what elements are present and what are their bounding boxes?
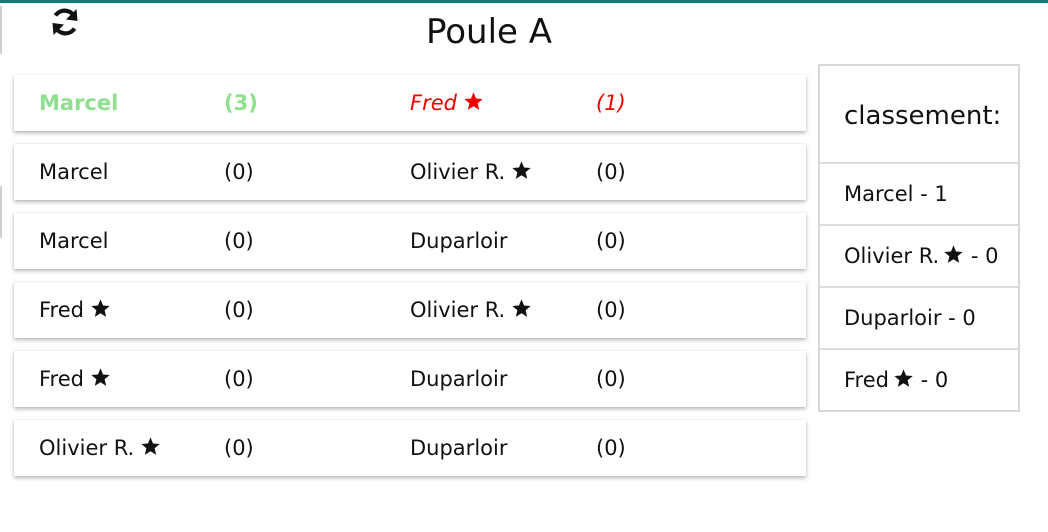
match-row[interactable]: Fred (0) Duparloir (0)	[14, 351, 806, 407]
star-icon	[893, 368, 914, 389]
player2-cell: Duparloir	[410, 213, 507, 269]
player2-score: (0)	[596, 229, 626, 253]
player1-name: Fred	[39, 298, 84, 322]
player2-cell: Fred	[410, 75, 484, 131]
player1-cell: Olivier R.	[39, 420, 161, 476]
player2-score: (0)	[596, 298, 626, 322]
player1-name: Marcel	[39, 160, 109, 184]
player1-name: Marcel	[39, 229, 109, 253]
left-edge-mark	[0, 186, 2, 238]
player1-name: Olivier R.	[39, 436, 135, 460]
player2-name: Fred	[410, 91, 457, 115]
player2-score: (0)	[596, 160, 626, 184]
match-row[interactable]: Marcel (0) Duparloir (0)	[14, 213, 806, 269]
star-icon	[140, 436, 161, 457]
player1-cell: Fred	[39, 351, 111, 407]
player2-score: (0)	[596, 367, 626, 391]
star-icon	[90, 367, 111, 388]
ranking-player-name: Duparloir	[844, 306, 942, 330]
ranking-points: - 1	[920, 182, 948, 206]
match-row[interactable]: Fred (0) Olivier R. (0)	[14, 282, 806, 338]
ranking-row: Duparloir - 0	[820, 288, 1018, 350]
player1-cell: Marcel	[39, 213, 108, 269]
ranking-header: classement:	[820, 66, 1018, 164]
player2-name: Olivier R.	[410, 298, 506, 322]
ranking-player-name: Fred	[844, 368, 889, 392]
player2-name: Olivier R.	[410, 160, 506, 184]
player2-cell: Olivier R.	[410, 282, 532, 338]
player2-name: Duparloir	[410, 436, 508, 460]
player2-cell: Duparloir	[410, 351, 507, 407]
player1-cell: Marcel	[39, 75, 118, 131]
page-title: Poule A	[425, 12, 553, 52]
ranking-points: - 0	[970, 244, 999, 268]
player1-name: Marcel	[39, 91, 119, 115]
player2-score: (0)	[596, 436, 626, 460]
ranking-points: - 0	[920, 368, 949, 392]
player1-score: (0)	[224, 298, 254, 322]
player1-cell: Marcel	[39, 144, 108, 200]
player1-score: (0)	[224, 229, 254, 253]
player1-cell: Fred	[39, 282, 111, 338]
player2-name: Duparloir	[410, 367, 508, 391]
star-icon	[943, 244, 964, 265]
ranking-panel: classement: Marcel - 1 Olivier R. - 0 Dupa…	[818, 64, 1020, 412]
star-icon	[90, 298, 111, 319]
star-icon	[511, 298, 532, 319]
match-list: Marcel (3) Fred (1) Marcel (0) Olivier R. (0) Ma…	[14, 75, 806, 489]
match-row[interactable]: Olivier R. (0) Duparloir (0)	[14, 420, 806, 476]
ranking-points: - 0	[948, 306, 976, 330]
player1-score: (0)	[224, 436, 254, 460]
player1-score: (0)	[224, 160, 254, 184]
player2-score: (1)	[596, 91, 626, 115]
ranking-row: Marcel - 1	[820, 164, 1018, 226]
player1-score: (0)	[224, 367, 254, 391]
ranking-row: Olivier R. - 0	[820, 226, 1018, 288]
star-icon	[511, 160, 532, 181]
ranking-player-name: Olivier R.	[844, 244, 940, 268]
match-row[interactable]: Marcel (0) Olivier R. (0)	[14, 144, 806, 200]
player2-cell: Duparloir	[410, 420, 507, 476]
match-row[interactable]: Marcel (3) Fred (1)	[14, 75, 806, 131]
player1-name: Fred	[39, 367, 84, 391]
player2-name: Duparloir	[410, 229, 508, 253]
star-icon	[463, 91, 484, 112]
ranking-row: Fred - 0	[820, 350, 1018, 410]
player2-cell: Olivier R.	[410, 144, 532, 200]
player1-score: (3)	[224, 91, 258, 115]
top-accent-bar	[0, 0, 1048, 3]
ranking-player-name: Marcel	[844, 182, 914, 206]
